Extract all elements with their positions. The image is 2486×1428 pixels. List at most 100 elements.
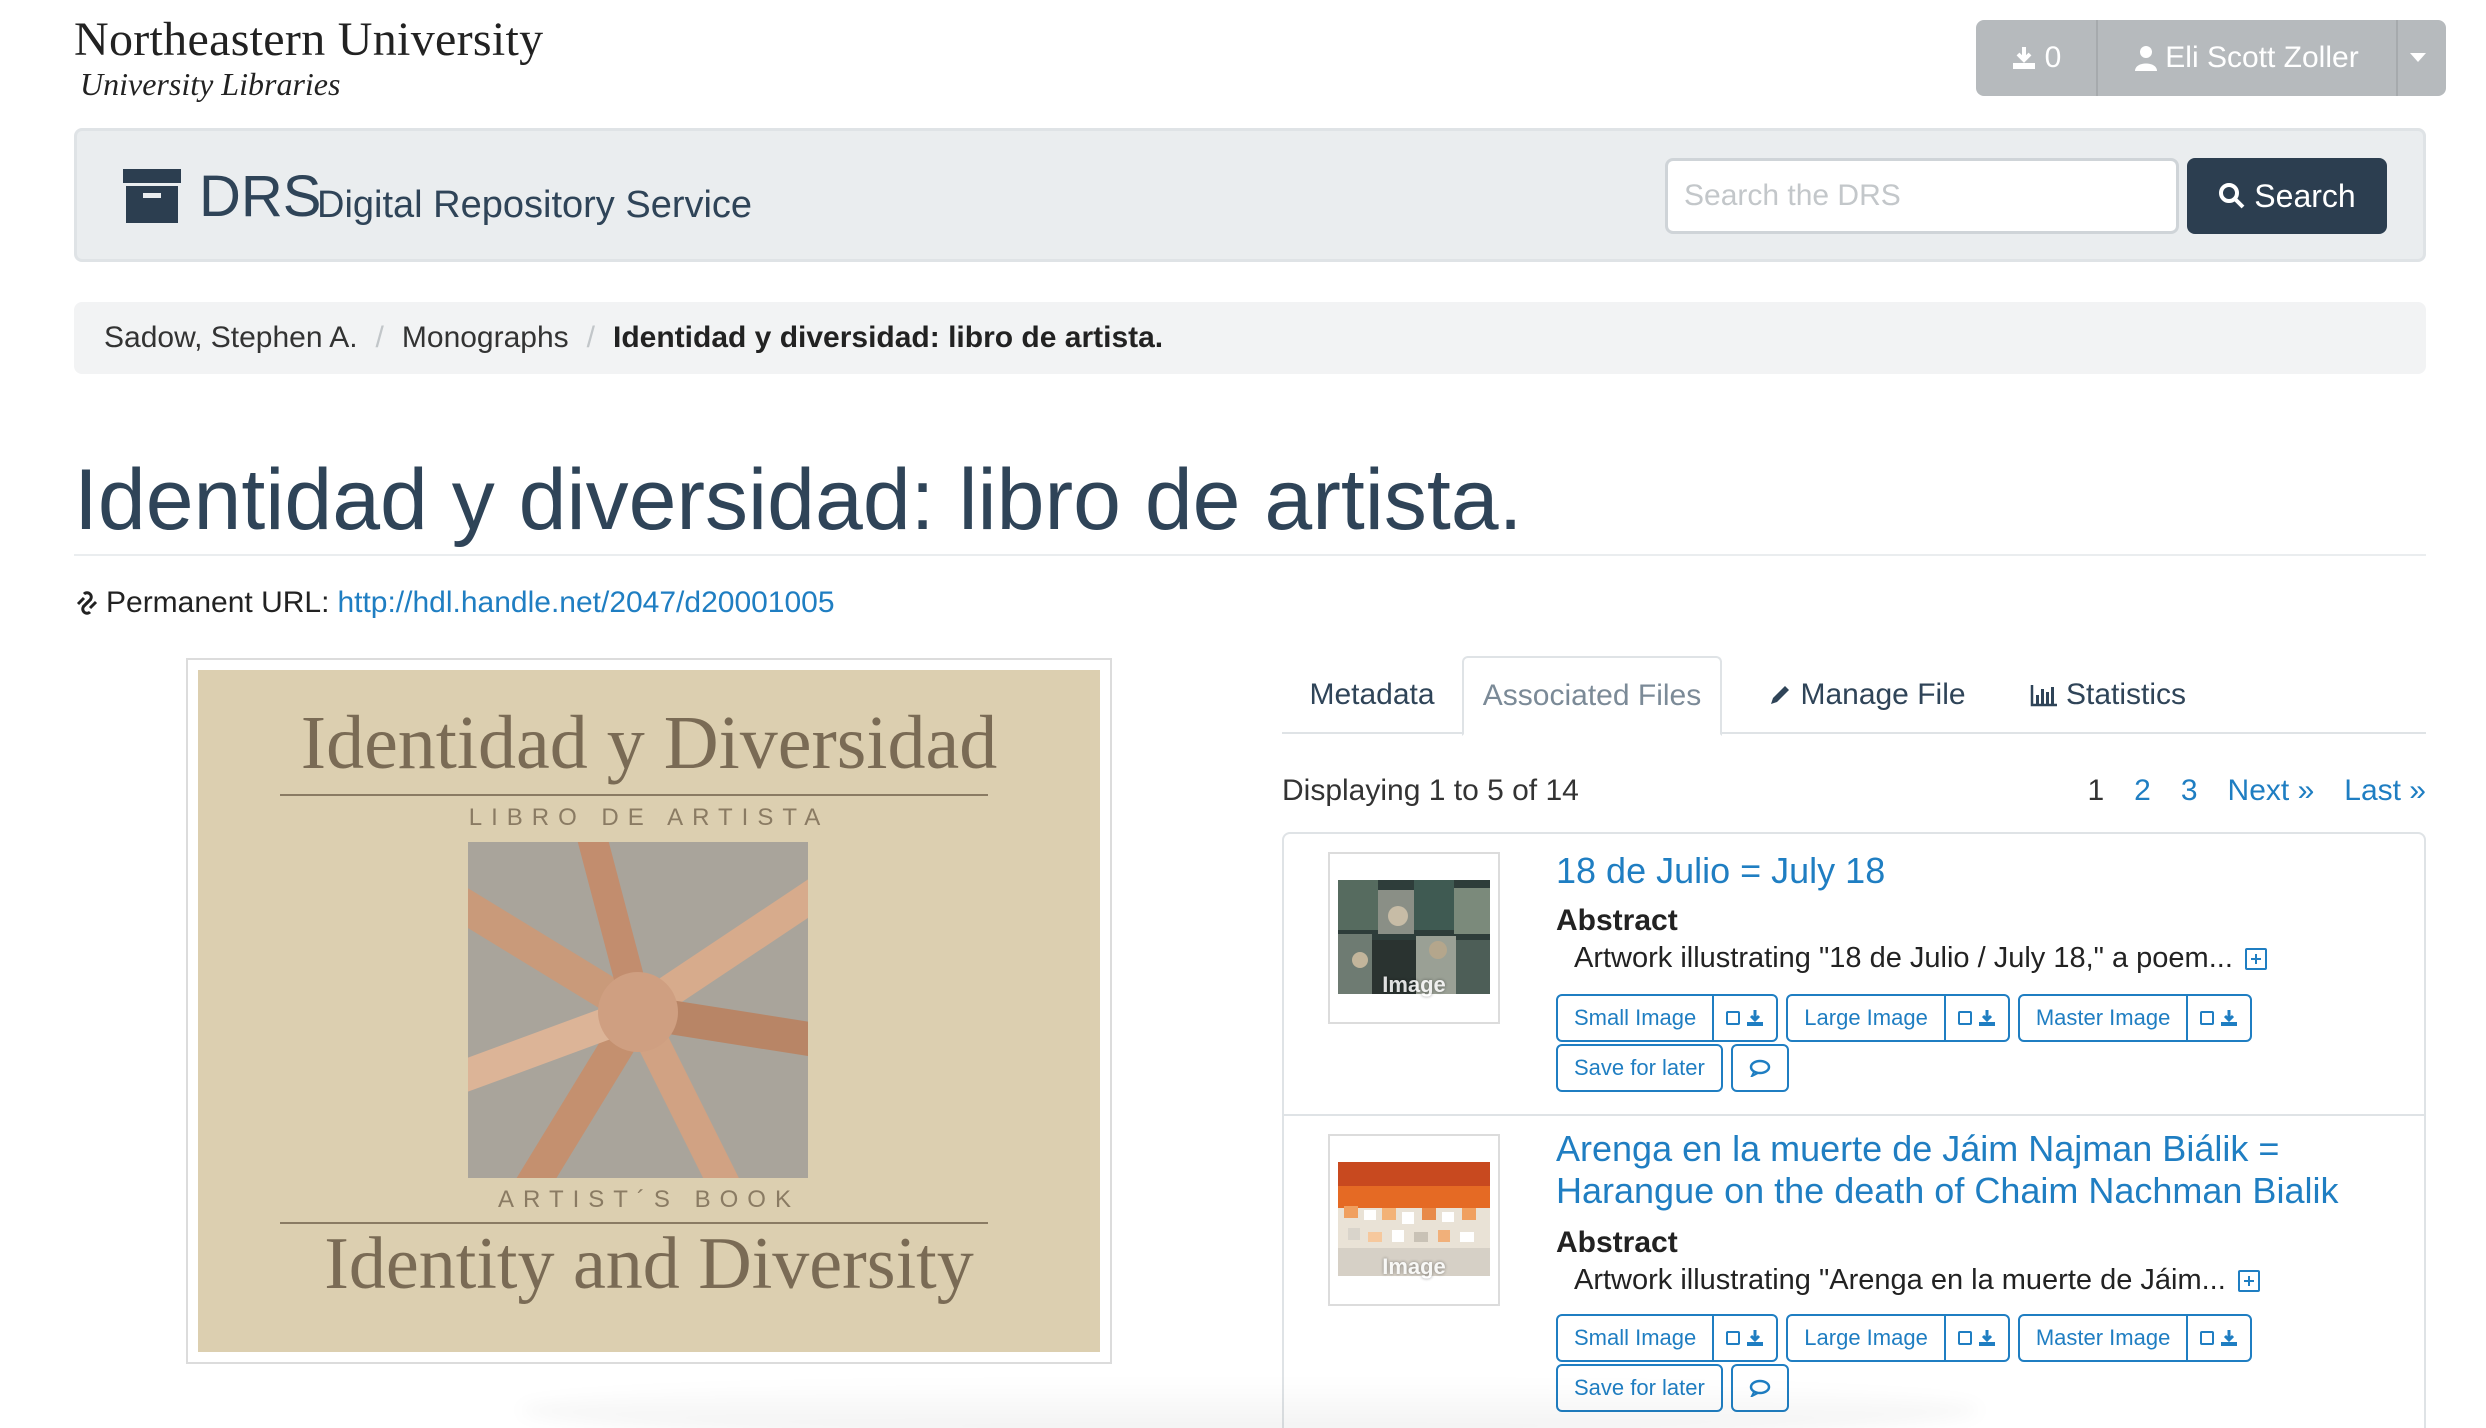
permanent-url: Permanent URL: http://hdl.handle.net/204…	[74, 586, 835, 620]
abstract-text: Artwork illustrating "18 de Julio / July…	[1574, 942, 2267, 975]
abstract-snippet: Artwork illustrating "Arenga en la muert…	[1574, 1264, 2226, 1296]
page-link[interactable]: 3	[2181, 774, 2198, 808]
university-logo[interactable]: Northeastern University University Libra…	[74, 13, 544, 103]
cover-title-spanish: Identidad y Diversidad	[300, 701, 998, 785]
download-icon	[1978, 1330, 1995, 1346]
checkbox-icon[interactable]	[1957, 1331, 1972, 1345]
small-image-button[interactable]: Small Image	[1558, 1316, 1715, 1360]
file-actions: Small Image Large Image Master Image	[1556, 1314, 2253, 1362]
checkbox-icon[interactable]	[1957, 1011, 1972, 1025]
tab-manage-file[interactable]: Manage File	[1742, 656, 1992, 734]
pencil-icon	[1771, 686, 1790, 704]
checkbox-icon[interactable]	[2200, 1011, 2215, 1025]
checkbox-icon[interactable]	[2200, 1331, 2215, 1345]
large-image-download-button[interactable]	[1946, 1316, 2008, 1360]
associated-files-list: Image 18 de Julio = July 18 Abstract Art…	[1282, 832, 2426, 1428]
large-image-button[interactable]: Large Image	[1788, 1316, 1946, 1360]
download-queue-button[interactable]: 0	[1976, 20, 2098, 96]
search-icon	[2219, 183, 2245, 209]
large-image-button[interactable]: Large Image	[1788, 996, 1946, 1040]
checkbox-icon[interactable]	[1726, 1331, 1741, 1345]
permanent-url-link[interactable]: http://hdl.handle.net/2047/d20001005	[337, 586, 834, 620]
search-button[interactable]: Search	[2187, 158, 2387, 234]
tab-label: Associated Files	[1482, 679, 1702, 712]
cover-thumbnail[interactable]: Identidad y Diversidad LIBRO DE ARTISTA …	[186, 658, 1112, 1364]
tab-metadata[interactable]: Metadata	[1282, 656, 1462, 734]
tab-label: Statistics	[2065, 678, 2187, 711]
abstract-text: Artwork illustrating "Arenga en la muert…	[1574, 1264, 2260, 1297]
download-icon	[1747, 1330, 1764, 1346]
result-thumbnail[interactable]: Image	[1328, 1134, 1500, 1306]
large-image-group: Large Image	[1786, 1314, 2010, 1362]
small-image-group: Small Image	[1556, 994, 1779, 1042]
link-icon	[76, 591, 98, 615]
cover-image: Identidad y Diversidad LIBRO DE ARTISTA …	[198, 670, 1100, 1352]
thumbnail-type-label: Image	[1382, 1254, 1446, 1279]
page-next[interactable]: Next »	[2228, 774, 2315, 808]
tab-label: Metadata	[1309, 678, 1435, 711]
drs-acronym[interactable]: DRS	[199, 167, 321, 227]
master-image-download-button[interactable]	[2188, 996, 2250, 1040]
user-menu-toggle[interactable]	[2398, 20, 2446, 96]
page-link[interactable]: 2	[2134, 774, 2151, 808]
search-input[interactable]	[1665, 158, 2179, 234]
permanent-url-label: Permanent URL:	[106, 586, 330, 619]
download-icon	[1978, 1010, 1995, 1026]
user-icon	[2135, 46, 2158, 71]
logo-university-name: Northeastern University	[74, 13, 544, 66]
page-title: Identidad y diversidad: libro de artista…	[74, 452, 1523, 548]
result-thumbnail[interactable]: Image	[1328, 852, 1500, 1024]
small-image-download-button[interactable]	[1714, 1316, 1776, 1360]
abstract-label: Abstract	[1556, 1226, 1678, 1259]
breadcrumb-item-author[interactable]: Sadow, Stephen A.	[104, 321, 358, 355]
user-button-group: 0 Eli Scott Zoller	[1976, 20, 2446, 96]
thumbnail-type-label: Image	[1382, 972, 1446, 997]
list-item: Image 18 de Julio = July 18 Abstract Art…	[1284, 834, 2424, 1114]
download-icon	[2221, 1010, 2238, 1026]
list-item: Image Arenga en la muerte de Jáim Najman…	[1284, 1114, 2424, 1412]
page-last[interactable]: Last »	[2344, 774, 2426, 808]
small-image-group: Small Image	[1556, 1314, 1779, 1362]
breadcrumb: Sadow, Stephen A. / Monographs / Identid…	[74, 302, 2426, 374]
small-image-button[interactable]: Small Image	[1558, 996, 1715, 1040]
results-count: Displaying 1 to 5 of 14	[1282, 774, 1579, 807]
pagination: 1 2 3 Next » Last »	[2087, 774, 2426, 808]
master-image-button[interactable]: Master Image	[2020, 996, 2189, 1040]
abstract-label: Abstract	[1556, 904, 1678, 937]
cover-rule	[280, 794, 988, 796]
save-for-later-button[interactable]: Save for later	[1556, 1044, 1723, 1092]
cover-subtitle-spanish: LIBRO DE ARTISTA	[468, 804, 830, 831]
drs-header-bar: DRS Digital Repository Service Search	[74, 128, 2426, 262]
user-name: Eli Scott Zoller	[2165, 41, 2359, 74]
master-image-download-button[interactable]	[2188, 1316, 2250, 1360]
user-account-button[interactable]: Eli Scott Zoller	[2098, 20, 2398, 96]
comment-button[interactable]	[1730, 1044, 1789, 1092]
cover-hands-photo	[468, 842, 808, 1178]
logo-libraries-name: University Libraries	[80, 66, 341, 102]
plus-square-icon[interactable]	[2244, 947, 2267, 970]
breadcrumb-item-collection[interactable]: Monographs	[402, 321, 569, 355]
checkbox-icon[interactable]	[1726, 1011, 1741, 1025]
tab-associated-files[interactable]: Associated Files	[1462, 656, 1722, 736]
cover-subtitle-english: ARTIST´S BOOK	[498, 1186, 800, 1213]
plus-square-icon[interactable]	[2237, 1269, 2260, 1292]
download-icon	[1747, 1010, 1764, 1026]
small-image-download-button[interactable]	[1714, 996, 1776, 1040]
master-image-group: Master Image	[2017, 1314, 2253, 1362]
comment-icon	[1749, 1059, 1771, 1077]
download-count: 0	[2044, 41, 2062, 74]
large-image-group: Large Image	[1786, 994, 2010, 1042]
result-title-link[interactable]: 18 de Julio = July 18	[1556, 850, 2396, 892]
tab-bar: Metadata Associated Files Manage File St…	[1282, 656, 2426, 736]
result-title-link[interactable]: Arenga en la muerte de Jáim Najman Biáli…	[1556, 1128, 2396, 1212]
title-divider	[74, 554, 2426, 556]
cover-title-english: Identity and Diversity	[324, 1223, 974, 1305]
file-actions: Small Image Large Image Master Image	[1556, 994, 2253, 1042]
caret-down-icon	[2410, 53, 2426, 62]
large-image-download-button[interactable]	[1946, 996, 2008, 1040]
abstract-snippet: Artwork illustrating "18 de Julio / July…	[1574, 942, 2233, 974]
master-image-button[interactable]: Master Image	[2020, 1316, 2189, 1360]
search-button-label: Search	[2254, 177, 2356, 214]
tab-statistics[interactable]: Statistics	[1998, 656, 2218, 734]
drs-full-name[interactable]: Digital Repository Service	[317, 183, 752, 227]
